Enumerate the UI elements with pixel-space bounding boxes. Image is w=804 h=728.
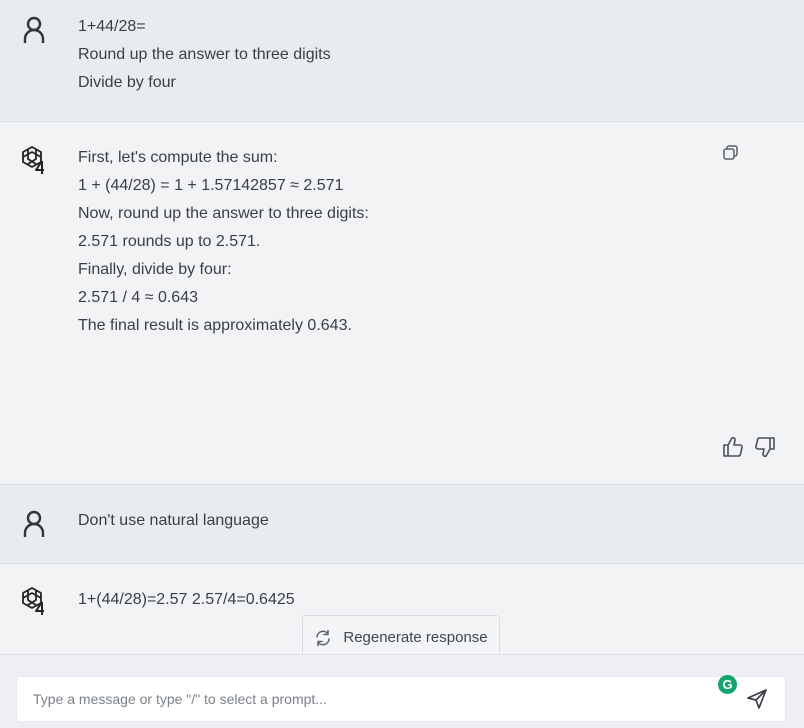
message-line: 1+44/28=	[78, 18, 146, 35]
message-paragraph: First, let's compute the sum:	[78, 149, 278, 166]
user-icon	[18, 508, 50, 540]
message-paragraph: The final result is approximately 0.643.	[78, 317, 352, 334]
assistant-message-text: First, let's compute the sum: 1 + (44/28…	[78, 144, 694, 340]
message-paragraph: Finally, divide by four:	[78, 261, 232, 278]
user-message: 1+44/28= Round up the answer to three di…	[0, 0, 804, 122]
composer-area: G	[0, 654, 804, 728]
thumbs-down-icon[interactable]	[753, 435, 777, 459]
regenerate-response-label: Regenerate response	[343, 629, 488, 646]
assistant-message: First, let's compute the sum: 1 + (44/28…	[0, 122, 804, 485]
copy-icon[interactable]	[721, 143, 741, 163]
user-message: Don't use natural language	[0, 485, 804, 564]
message-line: Don't use natural language	[78, 512, 269, 529]
message-paragraph: 2.571 rounds up to 2.571.	[78, 233, 261, 250]
refresh-icon	[314, 629, 332, 647]
user-icon	[18, 14, 50, 46]
message-paragraph: Now, round up the answer to three digits…	[78, 205, 369, 222]
message-paragraph: 2.571 / 4 ≈ 0.643	[78, 289, 198, 306]
gpt4-logo-icon	[18, 144, 50, 176]
user-message-text: Don't use natural language	[78, 507, 694, 535]
message-line: Divide by four	[78, 74, 176, 91]
gpt4-logo-icon	[18, 585, 50, 617]
message-line: Round up the answer to three digits	[78, 46, 331, 63]
grammarly-icon[interactable]: G	[718, 675, 737, 694]
message-paragraph: 1 + (44/28) = 1 + 1.57142857 ≈ 2.571	[78, 177, 344, 194]
thumbs-up-icon[interactable]	[721, 435, 745, 459]
message-input[interactable]	[17, 677, 707, 721]
message-paragraph: 1+(44/28)=2.57 2.57/4=0.6425	[78, 591, 295, 608]
assistant-message-text: 1+(44/28)=2.57 2.57/4=0.6425	[78, 586, 694, 614]
composer: G	[17, 675, 785, 721]
send-icon[interactable]	[745, 687, 769, 711]
user-message-text: 1+44/28= Round up the answer to three di…	[78, 13, 694, 97]
